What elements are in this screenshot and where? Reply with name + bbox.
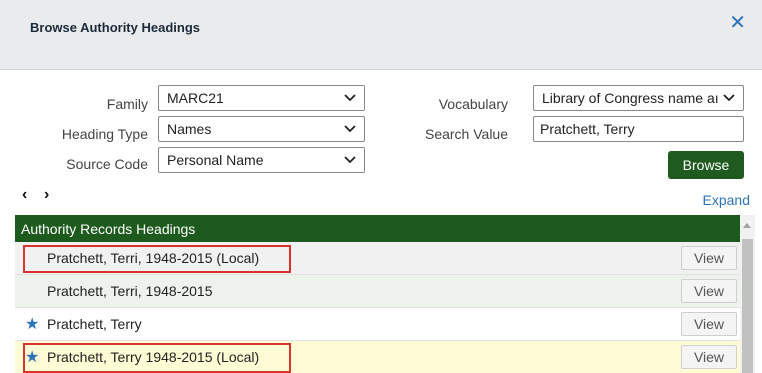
- prev-page-button[interactable]: ‹: [22, 186, 27, 204]
- view-button[interactable]: View: [681, 345, 737, 369]
- chevron-down-icon: [723, 94, 735, 102]
- vocabulary-label: Vocabulary: [438, 96, 508, 112]
- annotation-highlight-box: [23, 343, 291, 373]
- table-row[interactable]: ★ Pratchett, Terry View: [15, 308, 740, 341]
- chevron-down-icon: [344, 94, 356, 102]
- star-icon: ★: [25, 316, 40, 333]
- family-select-value: MARC21: [167, 90, 224, 106]
- heading-type-select[interactable]: Names: [158, 116, 365, 142]
- browse-authority-dialog: Browse Authority Headings ✕ Family MARC2…: [0, 0, 762, 373]
- source-code-select-value: Personal Name: [167, 152, 264, 168]
- dialog-header: Browse Authority Headings ✕: [0, 0, 762, 70]
- view-button[interactable]: View: [681, 246, 737, 270]
- next-page-button[interactable]: ›: [44, 186, 49, 204]
- heading-text: Pratchett, Terry: [47, 316, 142, 332]
- heading-text: Pratchett, Terri, 1948-2015: [47, 283, 213, 299]
- scroll-up-arrow-icon[interactable]: [743, 223, 751, 228]
- expand-link[interactable]: Expand: [703, 192, 750, 208]
- dialog-title: Browse Authority Headings: [30, 20, 200, 35]
- source-code-label: Source Code: [66, 156, 148, 172]
- search-value-input[interactable]: [533, 116, 744, 142]
- results-table-title: Authority Records Headings: [21, 221, 196, 237]
- scrollbar-thumb[interactable]: [742, 239, 753, 373]
- annotation-highlight-box: [23, 245, 291, 273]
- source-code-select[interactable]: Personal Name: [158, 147, 365, 173]
- view-button[interactable]: View: [681, 312, 737, 336]
- heading-type-label: Heading Type: [61, 126, 148, 142]
- table-row[interactable]: Pratchett, Terri, 1948-2015 View: [15, 275, 740, 308]
- close-icon[interactable]: ✕: [729, 13, 746, 33]
- browse-button[interactable]: Browse: [668, 151, 744, 179]
- heading-type-select-value: Names: [167, 121, 212, 137]
- vocabulary-select-value: Library of Congress name aı: [542, 90, 719, 106]
- chevron-down-icon: [344, 156, 356, 164]
- view-button[interactable]: View: [681, 279, 737, 303]
- results-table-header: Authority Records Headings: [15, 215, 740, 242]
- family-label: Family: [106, 96, 148, 112]
- family-select[interactable]: MARC21: [158, 85, 365, 111]
- search-value-label: Search Value: [424, 126, 508, 142]
- vocabulary-select[interactable]: Library of Congress name aı: [533, 85, 744, 111]
- results-scrollbar[interactable]: [740, 215, 755, 373]
- chevron-down-icon: [344, 125, 356, 133]
